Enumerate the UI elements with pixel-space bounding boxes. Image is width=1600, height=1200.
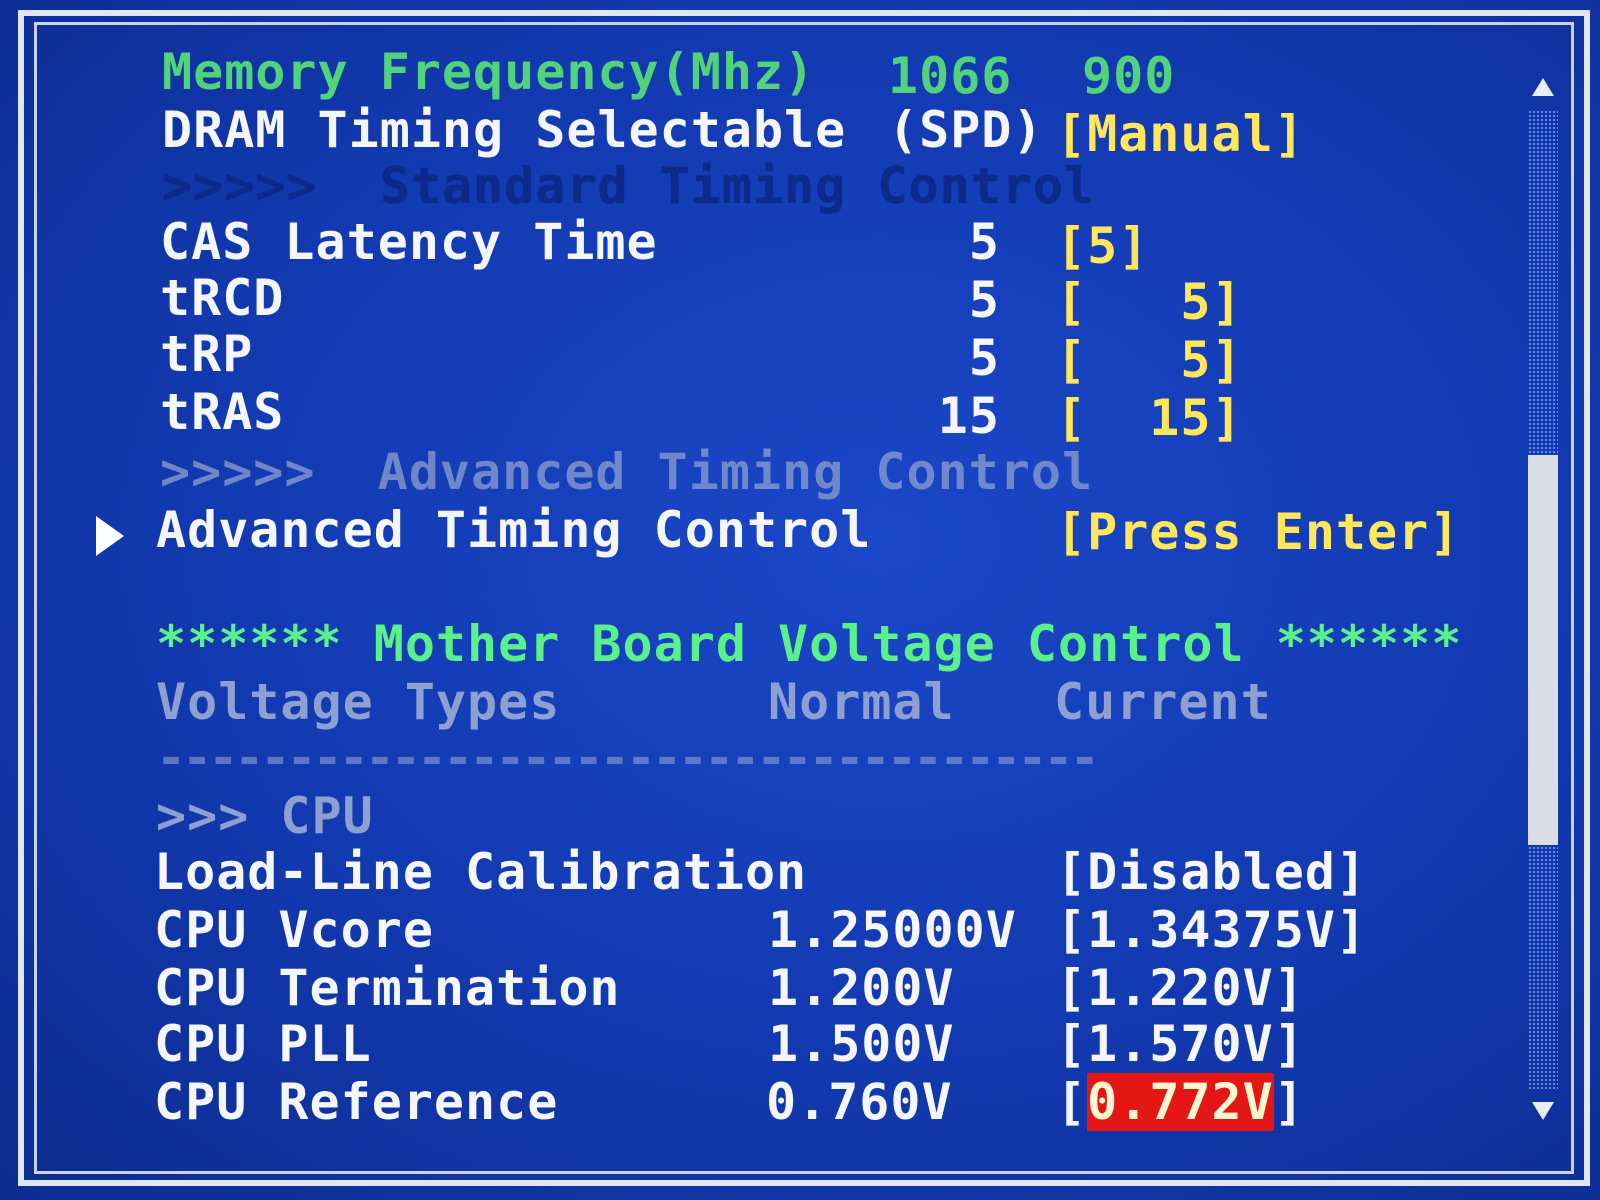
- cpu-pll-normal: 1.500V: [768, 1015, 955, 1073]
- trcd-value[interactable]: [ 5]: [1056, 274, 1243, 330]
- dram-timing-spd: (SPD): [888, 101, 1044, 159]
- dram-timing-label: DRAM Timing Selectable: [162, 101, 847, 159]
- selection-pointer-icon: [96, 516, 124, 556]
- trcd-label: tRCD: [160, 269, 285, 327]
- cas-latency-spd: 5: [968, 213, 1000, 271]
- trp-value[interactable]: [ 5]: [1056, 332, 1243, 388]
- dram-timing-value[interactable]: [Manual]: [1056, 106, 1305, 162]
- memory-frequency-current: 900: [1082, 47, 1176, 105]
- tras-label: tRAS: [160, 383, 285, 441]
- standard-timing-header: >>>>> Standard Timing Control: [162, 157, 1096, 215]
- cas-latency-value[interactable]: [5]: [1056, 218, 1149, 274]
- cpu-pll-label: CPU PLL: [154, 1015, 372, 1073]
- tras-spd: 15: [937, 387, 1000, 445]
- trcd-spd: 5: [968, 271, 1000, 329]
- cpu-reference-bracket-close: ]: [1273, 1073, 1305, 1131]
- cpu-vcore-label: CPU Vcore: [154, 901, 434, 959]
- memory-frequency-spd: 1066: [888, 47, 1013, 105]
- cpu-reference-field[interactable]: [0.772V]: [1056, 1073, 1305, 1131]
- cpu-vcore-normal: 1.25000V: [768, 901, 1017, 959]
- bios-screen: Memory Frequency(Mhz) 1066 900 DRAM Timi…: [0, 0, 1600, 1200]
- cpu-termination-normal: 1.200V: [768, 959, 955, 1017]
- advanced-timing-header: >>>>> Advanced Timing Control: [160, 443, 1094, 501]
- voltage-current-header: Current: [1054, 673, 1272, 731]
- cpu-reference-label: CPU Reference: [154, 1073, 559, 1131]
- load-line-calibration-value[interactable]: [Disabled]: [1056, 844, 1367, 900]
- scrollbar-thumb[interactable]: [1528, 455, 1558, 845]
- advanced-timing-press-enter[interactable]: [Press Enter]: [1056, 504, 1460, 560]
- tras-value[interactable]: [ 15]: [1056, 390, 1243, 446]
- cpu-termination-value[interactable]: [1.220V]: [1056, 960, 1305, 1016]
- voltage-section-title: ****** Mother Board Voltage Control ****…: [156, 615, 1463, 673]
- scroll-down-arrow-icon[interactable]: [1532, 1102, 1554, 1120]
- voltage-normal-header: Normal: [768, 673, 955, 731]
- memory-frequency-label: Memory Frequency(Mhz): [162, 43, 816, 101]
- trp-label: tRP: [160, 325, 254, 383]
- cpu-group-header: >>> CPU: [156, 787, 374, 845]
- advanced-timing-item[interactable]: Advanced Timing Control: [156, 502, 871, 558]
- trp-spd: 5: [968, 329, 1000, 387]
- cpu-reference-value-highlighted[interactable]: 0.772V: [1087, 1073, 1274, 1131]
- load-line-calibration-label: Load-Line Calibration: [154, 843, 808, 901]
- cpu-pll-value[interactable]: [1.570V]: [1056, 1016, 1305, 1072]
- voltage-divider: ------------------------------------: [156, 729, 1100, 787]
- cpu-termination-label: CPU Termination: [154, 959, 621, 1017]
- cas-latency-label: CAS Latency Time: [160, 213, 658, 271]
- scroll-up-arrow-icon[interactable]: [1532, 78, 1554, 96]
- cpu-reference-normal: 0.760V: [766, 1073, 953, 1131]
- cpu-reference-bracket-open: [: [1056, 1073, 1088, 1131]
- voltage-types-header: Voltage Types: [156, 673, 561, 731]
- cpu-vcore-value[interactable]: [1.34375V]: [1056, 902, 1367, 958]
